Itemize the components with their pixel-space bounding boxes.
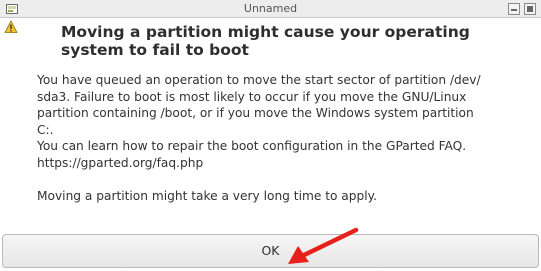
message-line: partition containing /boot, or if you mo… (37, 106, 474, 121)
minimize-button[interactable] (508, 3, 520, 15)
maximize-button[interactable] (524, 3, 536, 15)
message-line: C:. (37, 122, 54, 137)
message-line: sda3. Failure to boot is most likely to … (37, 89, 467, 104)
dialog-message: You have queued an operation to move the… (37, 72, 527, 205)
warning-icon (4, 20, 18, 33)
message-line: Moving a partition might take a very lon… (37, 189, 377, 204)
ok-button[interactable]: OK (2, 234, 539, 268)
message-line: You have queued an operation to move the… (37, 73, 481, 87)
window-title: Unnamed (243, 2, 298, 15)
dialog-heading: Moving a partition might cause your oper… (61, 23, 470, 59)
screenshot-page: Unnamed Moving a partition might cause y… (0, 0, 541, 271)
faq-url: https://gparted.org/faq.php (37, 155, 204, 170)
warning-dialog: Moving a partition might cause your oper… (0, 18, 541, 271)
message-line: You can learn how to repair the boot con… (37, 139, 467, 154)
window-titlebar[interactable]: Unnamed (0, 0, 541, 18)
